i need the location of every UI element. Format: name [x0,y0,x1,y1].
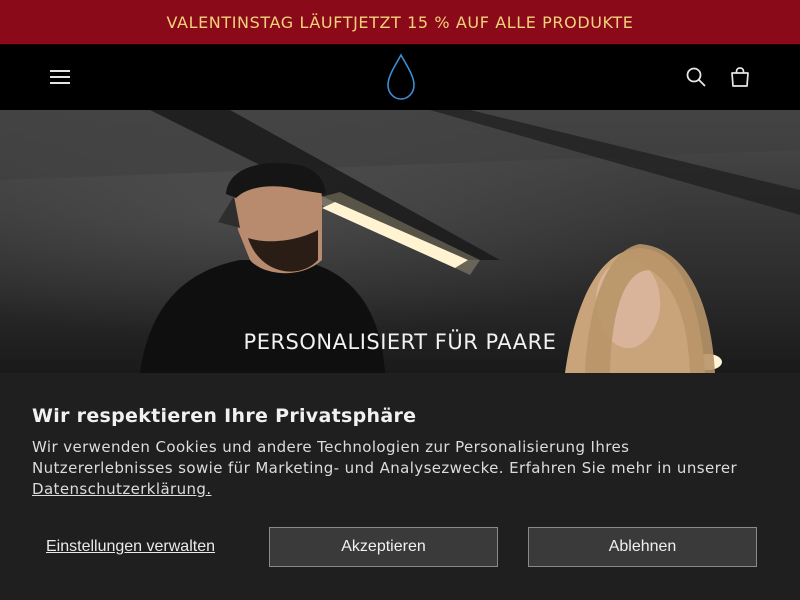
accept-button[interactable]: Akzeptieren [269,527,498,567]
cookie-banner-text: Wir verwenden Cookies und andere Technol… [32,437,772,500]
menu-button[interactable] [46,63,74,91]
search-button[interactable] [682,63,710,91]
site-header [0,45,800,110]
cart-button[interactable] [726,63,754,91]
decline-button[interactable]: Ablehnen [528,527,757,567]
store-logo[interactable] [383,52,419,102]
announcement-text: VALENTINSTAG LÄUFTJETZT 15 % AUF ALLE PR… [166,12,634,32]
cookie-banner-title: Wir respektieren Ihre Privatsphäre [32,405,417,427]
cookie-consent-banner: Wir respektieren Ihre Privatsphäre Wir v… [0,373,800,600]
hero-banner[interactable]: PERSONALISIERT FÜR PAARE [0,110,800,373]
search-icon [686,67,706,87]
shopping-bag-icon [731,67,749,87]
privacy-policy-link[interactable]: Datenschutzerklärung. [32,480,212,498]
manage-settings-link[interactable]: Einstellungen verwalten [46,538,215,556]
hero-caption: PERSONALISIERT FÜR PAARE [243,330,557,354]
hamburger-menu-icon [50,70,70,84]
cookie-banner-body: Wir verwenden Cookies und andere Technol… [32,438,738,477]
water-drop-logo-icon [387,53,415,100]
announcement-bar: VALENTINSTAG LÄUFTJETZT 15 % AUF ALLE PR… [0,0,800,45]
